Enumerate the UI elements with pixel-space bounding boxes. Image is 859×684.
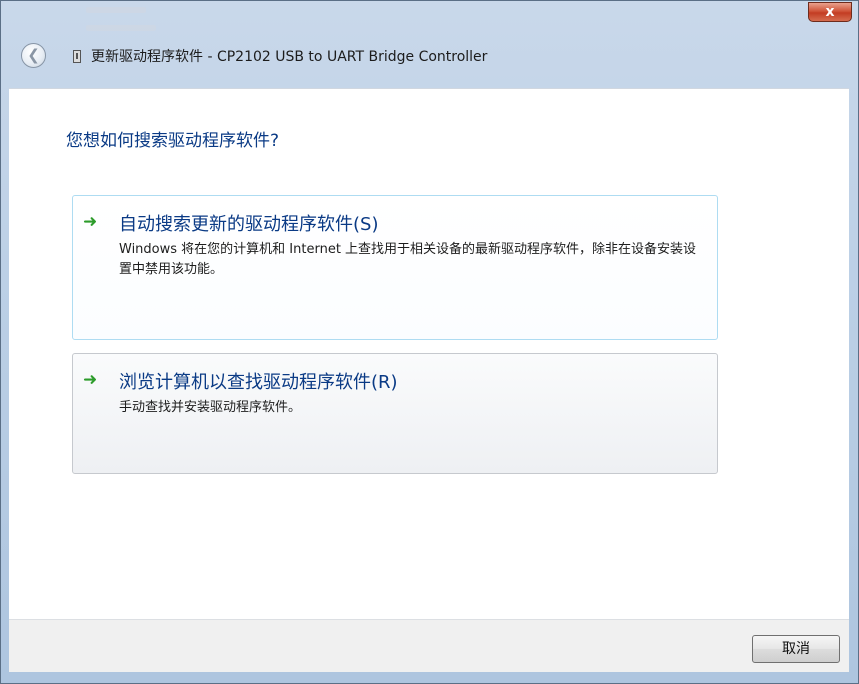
background-window-ghost: [86, 7, 146, 13]
cancel-button[interactable]: 取消: [752, 635, 840, 663]
option-auto-search[interactable]: ➜ 自动搜索更新的驱动程序软件(S) Windows 将在您的计算机和 Inte…: [72, 195, 718, 340]
green-arrow-icon: ➜: [83, 212, 98, 232]
driver-update-window: x ❮ 更新驱动程序软件 - CP2102 USB to UART Bridge…: [0, 0, 859, 684]
page-title: 您想如何搜索驱动程序软件?: [66, 131, 280, 151]
option-title: 自动搜索更新的驱动程序软件(S): [119, 214, 379, 235]
option-description: Windows 将在您的计算机和 Internet 上查找用于相关设备的最新驱动…: [119, 242, 697, 277]
option-description: 手动查找并安装驱动程序软件。: [119, 400, 302, 415]
window-title: 更新驱动程序软件 - CP2102 USB to UART Bridge Con…: [91, 49, 488, 65]
background-window-ghost: [86, 25, 156, 31]
usb-device-icon: [73, 50, 81, 63]
footer-bar: 取消: [9, 619, 849, 672]
content-panel: 您想如何搜索驱动程序软件? ➜ 自动搜索更新的驱动程序软件(S) Windows…: [9, 88, 849, 621]
header-row: ❮ 更新驱动程序软件 - CP2102 USB to UART Bridge C…: [9, 41, 849, 75]
back-arrow-icon[interactable]: ❮: [21, 43, 46, 68]
green-arrow-icon: ➜: [83, 370, 98, 390]
option-browse-computer[interactable]: ➜ 浏览计算机以查找驱动程序软件(R) 手动查找并安装驱动程序软件。: [72, 353, 718, 474]
title-bar[interactable]: x: [1, 1, 858, 39]
option-title: 浏览计算机以查找驱动程序软件(R): [119, 372, 398, 393]
close-button[interactable]: x: [808, 2, 852, 22]
